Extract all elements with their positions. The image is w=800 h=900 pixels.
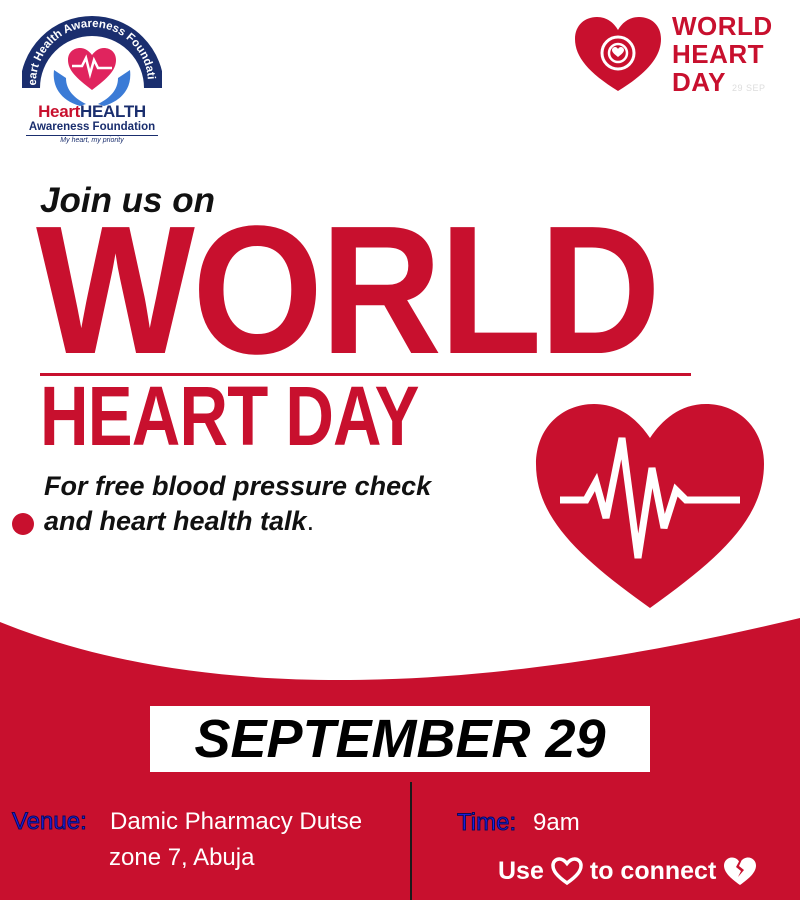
- venue-line-2: zone 7, Abuja: [109, 844, 255, 871]
- hands-heart-icon: [53, 48, 131, 106]
- connect-prefix: Use: [498, 856, 544, 885]
- whd-word-world: WORLD: [672, 11, 773, 41]
- whd-word-heart: HEART: [672, 39, 765, 69]
- logo-subtitle: Awareness Foundation: [28, 121, 156, 133]
- description-line-2: and heart health talk.: [44, 505, 314, 537]
- footer-divider: [410, 782, 412, 900]
- logo-wordmark: HeartHEALTH: [24, 103, 160, 120]
- event-date: SEPTEMBER 29: [194, 709, 606, 769]
- whd-heart-icon: [575, 17, 661, 91]
- description-line-1: For free blood pressure check: [44, 471, 432, 501]
- time-value: 9am: [533, 809, 580, 836]
- heart-outline-icon: [551, 857, 583, 886]
- connect-suffix: to connect: [589, 856, 717, 885]
- connect-line: Use to connect: [498, 855, 764, 887]
- description-period: .: [306, 506, 315, 536]
- whd-word-day: DAY: [672, 67, 727, 97]
- venue-label: Venue:: [12, 808, 88, 836]
- headline-world: WORLD: [36, 187, 661, 392]
- whd-date: 29 SEP: [732, 83, 766, 93]
- logo-word-health: HEALTH: [80, 102, 146, 121]
- venue-line-1: Damic Pharmacy Dutse: [110, 808, 363, 835]
- description-line-2-text: and heart health talk: [44, 506, 307, 536]
- logo-word-heart: Heart: [38, 102, 81, 121]
- logo-divider: [26, 135, 158, 136]
- bullet-dot: [12, 513, 34, 535]
- logo-tagline: My heart, my priority: [60, 137, 124, 144]
- time-label: Time:: [456, 809, 517, 837]
- headline-heart-day: HEART DAY: [40, 369, 419, 463]
- broken-heart-icon: [724, 857, 757, 885]
- heartbeat-heart-icon: [536, 404, 764, 608]
